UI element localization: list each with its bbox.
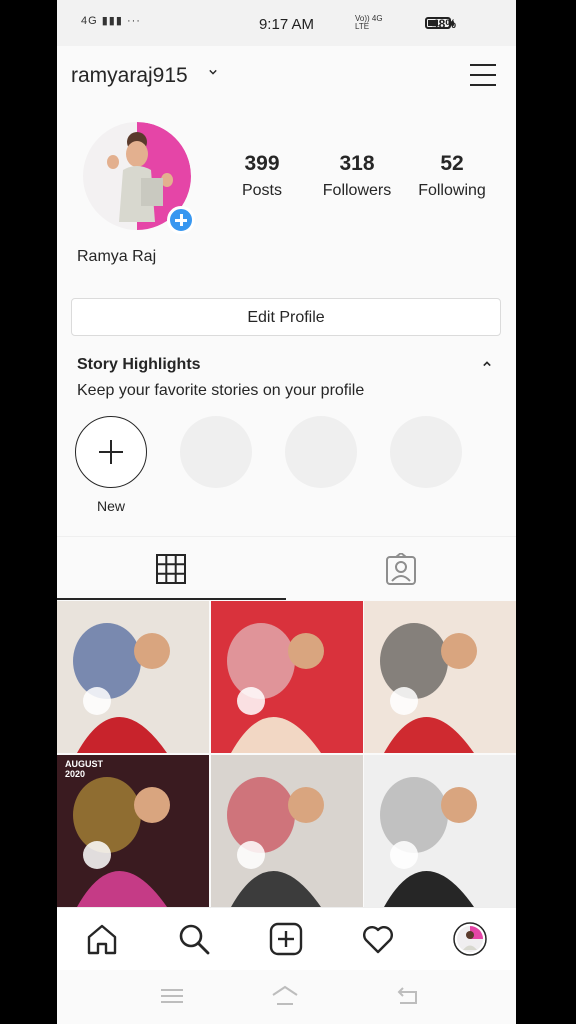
battery-icon (425, 17, 454, 29)
story-highlights-title: Story Highlights (77, 356, 201, 373)
back-icon[interactable] (394, 984, 422, 1008)
search-icon[interactable] (177, 922, 211, 956)
grid-icon (156, 554, 186, 584)
status-bar: 4G ▮▮▮ ··· 9:17 AM Vo)) 4G LTE 48% (57, 0, 516, 46)
system-navigation (57, 970, 516, 1024)
tab-grid[interactable] (57, 537, 286, 599)
heart-icon[interactable] (361, 922, 395, 956)
grid-post[interactable] (57, 601, 209, 753)
profile-full-name: Ramya Raj (77, 248, 157, 265)
profile-header: ramyaraj915 (57, 48, 516, 104)
highlight-placeholder (180, 416, 252, 488)
story-highlights-subtitle: Keep your favorite stories on your profi… (77, 382, 365, 399)
grid-post[interactable] (210, 754, 363, 907)
recents-icon[interactable] (158, 984, 186, 1008)
grid-post[interactable]: AUGUST 2020 (57, 754, 209, 907)
followers-count[interactable]: 318 Followers (307, 152, 407, 200)
tab-tagged[interactable] (286, 537, 515, 599)
add-post-icon[interactable] (269, 922, 303, 956)
post-overlay-text: AUGUST 2020 (65, 758, 103, 779)
grid-post[interactable] (210, 601, 363, 753)
new-highlight-button[interactable] (75, 416, 147, 488)
home-system-icon[interactable] (271, 984, 299, 1008)
instagram-profile-screen: 4G ▮▮▮ ··· 9:17 AM Vo)) 4G LTE 48% ramya… (57, 0, 516, 1024)
profile-tabs (57, 537, 516, 599)
posts-grid: AUGUST 2020 (57, 601, 516, 907)
highlight-placeholder (285, 416, 357, 488)
home-icon[interactable] (85, 922, 119, 956)
active-tab-indicator (57, 598, 286, 600)
tagged-icon (386, 553, 416, 585)
menu-icon[interactable] (470, 64, 496, 86)
grid-post[interactable] (364, 601, 516, 753)
following-count[interactable]: 52 Following (402, 152, 502, 200)
bottom-navigation (57, 907, 516, 970)
highlight-placeholder (390, 416, 462, 488)
posts-count[interactable]: 399 Posts (212, 152, 312, 200)
network-indicator: Vo)) 4G LTE (355, 14, 383, 31)
grid-post[interactable] (364, 754, 516, 907)
profile-avatar-icon[interactable] (453, 922, 487, 956)
username-switcher[interactable]: ramyaraj915 (71, 64, 188, 88)
chevron-up-icon[interactable] (483, 360, 491, 368)
chevron-down-icon[interactable] (209, 68, 217, 76)
new-highlight-label: New (96, 498, 125, 514)
add-story-button[interactable] (167, 206, 195, 234)
edit-profile-button[interactable]: Edit Profile (71, 298, 501, 336)
